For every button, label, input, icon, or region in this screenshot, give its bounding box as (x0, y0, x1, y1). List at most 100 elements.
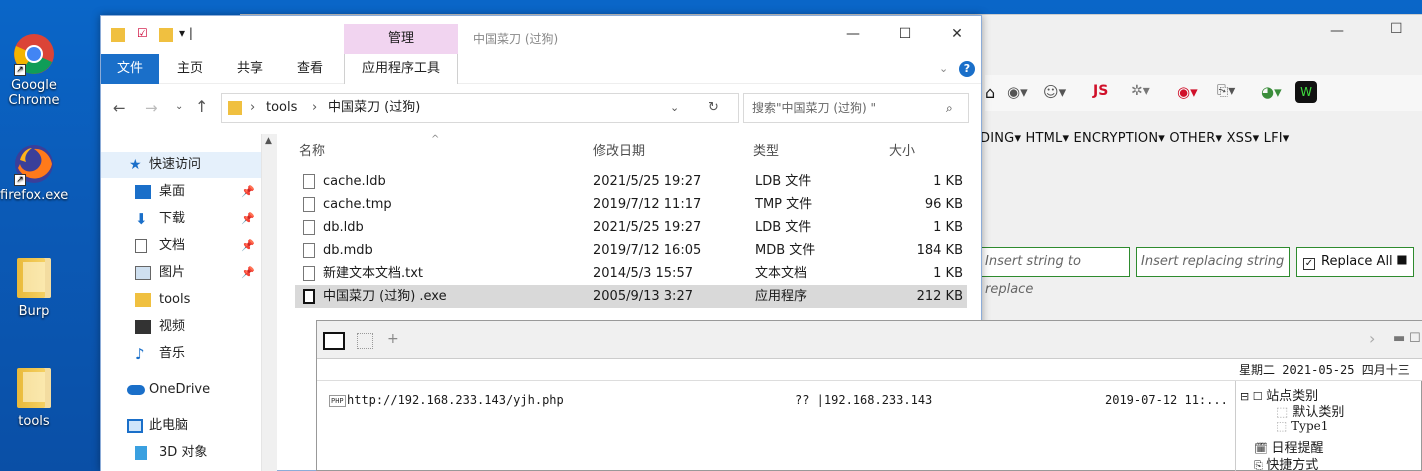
close-button[interactable]: ✕ (939, 26, 975, 42)
nav-item-this-pc[interactable]: 此电脑 (101, 413, 261, 439)
minimize-button[interactable]: — (1330, 23, 1344, 39)
insert-string-field[interactable]: Insert string to replace (980, 247, 1130, 297)
nav-item-desktop[interactable]: 桌面 📌 (101, 179, 261, 205)
nav-item-pictures[interactable]: 图片 📌 (101, 260, 261, 286)
tab-active-icon[interactable] (323, 332, 345, 350)
tab-file[interactable]: 文件 (101, 54, 159, 84)
tab-share[interactable]: 共享 (237, 54, 263, 84)
scroll-up-icon[interactable]: ▲ (265, 136, 272, 146)
tree-item-default[interactable]: ⬚ 默认类别 (1276, 401, 1344, 420)
column-header-size[interactable]: 大小 (889, 140, 915, 164)
tab-home[interactable]: 主页 (177, 54, 203, 84)
address-bar[interactable]: › tools › 中国菜刀 (过狗) ⌄ ↻ (221, 93, 739, 123)
minimize-button[interactable]: — (835, 26, 871, 42)
hackbar-menu[interactable]: DING▾ HTML▾ ENCRYPTION▾ OTHER▾ XSS▾ LFI▾ (980, 131, 1290, 153)
search-input[interactable]: 搜索"中国菜刀 (过狗) " ⌕ (743, 93, 969, 123)
column-header-name[interactable]: 名称 (299, 140, 325, 164)
file-row[interactable]: 新建文本文档.txt 2014/5/3 15:57 文本文档 1 KB (295, 262, 967, 285)
forward-icon[interactable]: → (145, 99, 158, 117)
file-icon (303, 174, 315, 189)
js-button[interactable]: JS (1093, 83, 1108, 99)
file-row[interactable]: db.ldb 2021/5/25 19:27 LDB 文件 1 KB (295, 216, 967, 239)
node-icon: ⬚ (1276, 419, 1292, 433)
caidao-tabbar: + › ▬ ☐ (317, 321, 1422, 359)
tab-view[interactable]: 查看 (297, 54, 323, 84)
nav-item-downloads[interactable]: ⬇ 下载 📌 (101, 206, 261, 232)
minimize-button[interactable]: ▬ (1393, 331, 1405, 346)
nav-item-documents[interactable]: 文档 📌 (101, 233, 261, 259)
file-row[interactable]: cache.ldb 2021/5/25 19:27 LDB 文件 1 KB (295, 170, 967, 193)
nav-label: OneDrive (149, 382, 211, 397)
file-row[interactable]: db.mdb 2019/7/12 16:05 MDB 文件 184 KB (295, 239, 967, 262)
search-icon[interactable]: ⌕ (946, 94, 953, 122)
music-icon: ♪ (135, 345, 145, 363)
new-tab-icon[interactable]: + (387, 331, 399, 347)
node-icon: ⬚ (1276, 405, 1293, 420)
file-date: 2005/9/13 3:27 (593, 289, 693, 304)
nav-label: 视频 (159, 319, 186, 334)
file-size: 212 KB (916, 289, 963, 304)
desktop-icon-burp[interactable]: Burp (0, 258, 68, 319)
nav-label: 此电脑 (149, 418, 189, 433)
desktop-icon-chrome[interactable]: ↗ Google Chrome (0, 32, 68, 108)
home-icon[interactable]: ⌂ (985, 83, 995, 102)
tab-manage[interactable]: 管理 (344, 24, 458, 54)
desktop-icon-tools[interactable]: tools (0, 368, 68, 429)
nav-scrollbar[interactable]: ▲ (261, 134, 277, 471)
search-placeholder: 搜索"中国菜刀 (过狗) " (752, 101, 877, 115)
tree-item-type1[interactable]: ⬚ Type1 (1276, 419, 1328, 433)
new-folder-icon[interactable] (159, 28, 173, 42)
properties-icon[interactable]: ☑ (137, 26, 148, 40)
tree-item-shortcuts[interactable]: ⎘ 快捷方式 (1254, 454, 1318, 471)
pin-icon: 📌 (241, 185, 255, 198)
title-bar: ☑ ▾ | 管理 中国菜刀 (过狗) — ☐ ✕ (101, 16, 981, 54)
help-icon[interactable]: ? (959, 61, 975, 77)
shell-row[interactable]: PHP http://192.168.233.143/yjh.php ?? |1… (317, 389, 1235, 411)
file-row-selected[interactable]: 中国菜刀 (过狗) .exe 2005/9/13 3:27 应用程序 212 K… (295, 285, 967, 308)
maximize-button[interactable]: ☐ (1390, 21, 1403, 37)
nav-item-videos[interactable]: 视频 (101, 314, 261, 340)
desktop-icon (135, 185, 151, 199)
column-header-date[interactable]: 修改日期 (593, 140, 645, 164)
desktop-icon-label: Burp (18, 304, 50, 319)
tab-inactive-icon[interactable] (357, 333, 373, 349)
column-header-type[interactable]: 类型 (753, 140, 779, 164)
expand-ribbon-icon[interactable]: ⌄ (939, 62, 948, 75)
nav-item-3d-objects[interactable]: 3D 对象 (101, 440, 261, 466)
refresh-icon[interactable]: ↻ (708, 94, 719, 122)
shield-icon[interactable]: W (1295, 81, 1317, 103)
cookie-icon[interactable]: ☺▾ (1043, 83, 1066, 101)
nav-item-quick-access[interactable]: ★ 快速访问 (101, 152, 261, 178)
breadcrumb-tools[interactable]: tools (266, 94, 297, 122)
chevron-right-icon[interactable]: › (1369, 329, 1375, 348)
back-icon[interactable]: ← (113, 99, 126, 117)
file-date: 2019/7/12 11:17 (593, 197, 702, 212)
file-icon (303, 220, 315, 235)
breadcrumb-current[interactable]: 中国菜刀 (过狗) (328, 94, 420, 122)
firefox-icon: ↗ (12, 142, 56, 186)
quick-access-dropdown[interactable]: ▾ | (179, 26, 193, 40)
record-icon[interactable]: ◉▾ (1177, 83, 1198, 101)
tree-label: 快捷方式 (1266, 458, 1319, 471)
nav-item-music[interactable]: ♪ 音乐 (101, 341, 261, 367)
pictures-icon (135, 266, 151, 280)
replace-all-checkbox[interactable]: ✓ Replace All ⯀ (1296, 247, 1415, 277)
replacing-string-field[interactable]: Insert replacing string (1136, 247, 1290, 277)
restore-button[interactable]: ☐ (1409, 331, 1421, 346)
nav-label: 下载 (159, 211, 186, 226)
recent-dropdown-icon[interactable]: ⌄ (175, 101, 183, 112)
up-icon[interactable]: ↑ (195, 97, 208, 116)
tab-app-tools[interactable]: 应用程序工具 (344, 54, 458, 84)
file-row[interactable]: cache.tmp 2019/7/12 11:17 TMP 文件 96 KB (295, 193, 967, 216)
nav-label: 音乐 (159, 346, 186, 361)
nav-item-onedrive[interactable]: OneDrive (101, 377, 261, 403)
maximize-button[interactable]: ☐ (887, 26, 923, 42)
color-icon[interactable]: ◕▾ (1261, 83, 1282, 101)
page-icon[interactable]: ⎘▾ (1217, 83, 1235, 99)
globe-icon[interactable]: ◉▾ (1007, 83, 1028, 101)
address-dropdown-icon[interactable]: ⌄ (670, 94, 679, 122)
desktop-icon-firefox[interactable]: ↗ firefox.exe (0, 142, 68, 203)
file-size: 96 KB (924, 197, 963, 212)
nav-item-tools[interactable]: tools (101, 287, 261, 313)
puzzle-icon[interactable]: ✲▾ (1131, 83, 1150, 99)
